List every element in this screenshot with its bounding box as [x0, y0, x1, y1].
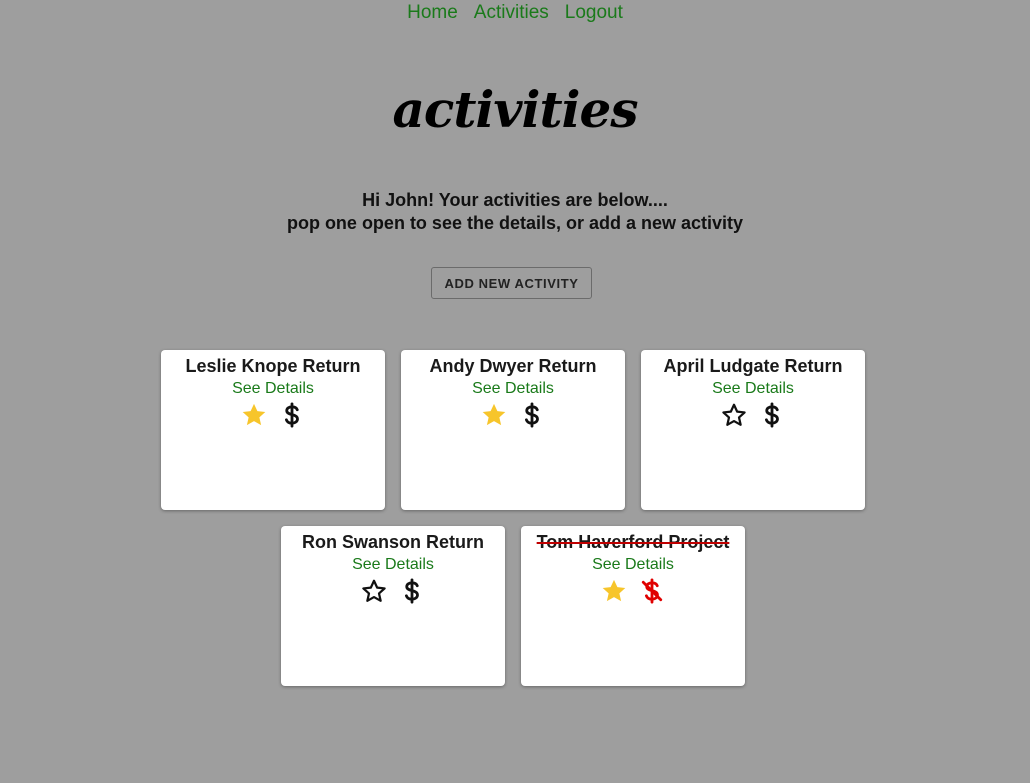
- star-outline-icon[interactable]: [360, 577, 388, 605]
- top-nav: Home Activities Logout: [0, 2, 1030, 24]
- activity-card: April Ludgate Return See Details: [641, 350, 865, 510]
- star-filled-icon[interactable]: [600, 577, 628, 605]
- activity-title: Tom Haverford Project: [536, 532, 730, 552]
- see-details-link[interactable]: See Details: [592, 556, 674, 574]
- activity-title: Andy Dwyer Return: [429, 356, 597, 376]
- see-details-link[interactable]: See Details: [352, 556, 434, 574]
- add-new-activity-button[interactable]: ADD NEW ACTIVITY: [431, 267, 592, 299]
- see-details-link[interactable]: See Details: [232, 380, 314, 398]
- activity-title: Ron Swanson Return: [301, 532, 484, 552]
- greeting-text: Hi John! Your activities are below.... p…: [0, 189, 1030, 235]
- nav-link-logout[interactable]: Logout: [565, 2, 623, 24]
- dollar-icon[interactable]: [398, 577, 426, 605]
- star-filled-icon[interactable]: [240, 401, 268, 429]
- activity-icons: [641, 401, 865, 429]
- no-dollar-icon[interactable]: [638, 577, 666, 605]
- see-details-link[interactable]: See Details: [712, 380, 794, 398]
- activity-icons: [161, 401, 385, 429]
- page-title: activities: [392, 80, 638, 139]
- dollar-icon[interactable]: [758, 401, 786, 429]
- activity-card: Ron Swanson Return See Details: [281, 526, 505, 686]
- see-details-link[interactable]: See Details: [472, 380, 554, 398]
- activity-title: April Ludgate Return: [663, 356, 843, 376]
- greeting-line-2: pop one open to see the details, or add …: [286, 213, 744, 233]
- dollar-icon[interactable]: [278, 401, 306, 429]
- star-filled-icon[interactable]: [480, 401, 508, 429]
- nav-link-activities[interactable]: Activities: [474, 2, 549, 24]
- greeting-line-1: Hi John! Your activities are below....: [362, 190, 668, 210]
- nav-link-home[interactable]: Home: [407, 2, 458, 24]
- activity-card: Tom Haverford Project See Details: [521, 526, 745, 686]
- activity-card: Leslie Knope Return See Details: [161, 350, 385, 510]
- activity-icons: [281, 577, 505, 605]
- activity-icons: [401, 401, 625, 429]
- activity-card: Andy Dwyer Return See Details: [401, 350, 625, 510]
- dollar-icon[interactable]: [518, 401, 546, 429]
- activity-icons: [521, 577, 745, 605]
- star-outline-icon[interactable]: [720, 401, 748, 429]
- activity-title: Leslie Knope Return: [185, 356, 361, 376]
